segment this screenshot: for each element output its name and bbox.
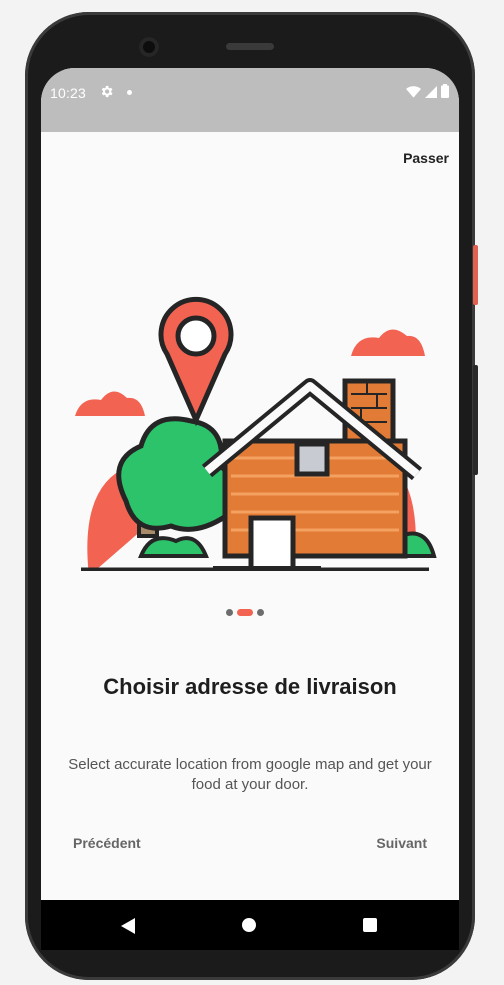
- navigation-bar: [41, 900, 459, 950]
- battery-icon: [441, 84, 449, 101]
- front-camera: [139, 37, 159, 57]
- back-icon[interactable]: [121, 918, 135, 939]
- earpiece-speaker: [226, 43, 274, 50]
- skip-button[interactable]: Passer: [403, 150, 449, 166]
- onboarding-description: Select accurate location from google map…: [68, 756, 432, 793]
- onboarding-title: Choisir adresse de livraison: [103, 674, 397, 699]
- page-dot: [257, 609, 264, 616]
- gear-icon: [99, 84, 114, 102]
- power-button: [473, 245, 478, 305]
- status-time: 10:23: [50, 85, 87, 101]
- status-bar: 10:23: [41, 68, 459, 132]
- page-dot: [226, 609, 233, 616]
- next-button[interactable]: Suivant: [376, 835, 427, 851]
- house-illustration: [71, 226, 441, 600]
- page-dot-active: [237, 609, 253, 616]
- notification-dot-icon: [127, 90, 132, 95]
- home-icon[interactable]: [242, 918, 256, 932]
- wifi-icon: [406, 85, 421, 101]
- volume-button: [473, 365, 478, 475]
- page-indicator: [226, 609, 264, 616]
- signal-icon: [425, 85, 437, 101]
- recents-icon[interactable]: [363, 918, 377, 932]
- previous-button[interactable]: Précédent: [73, 835, 141, 851]
- app-screen: 10:23 Passer Choisir adresse de livraiso…: [41, 68, 459, 948]
